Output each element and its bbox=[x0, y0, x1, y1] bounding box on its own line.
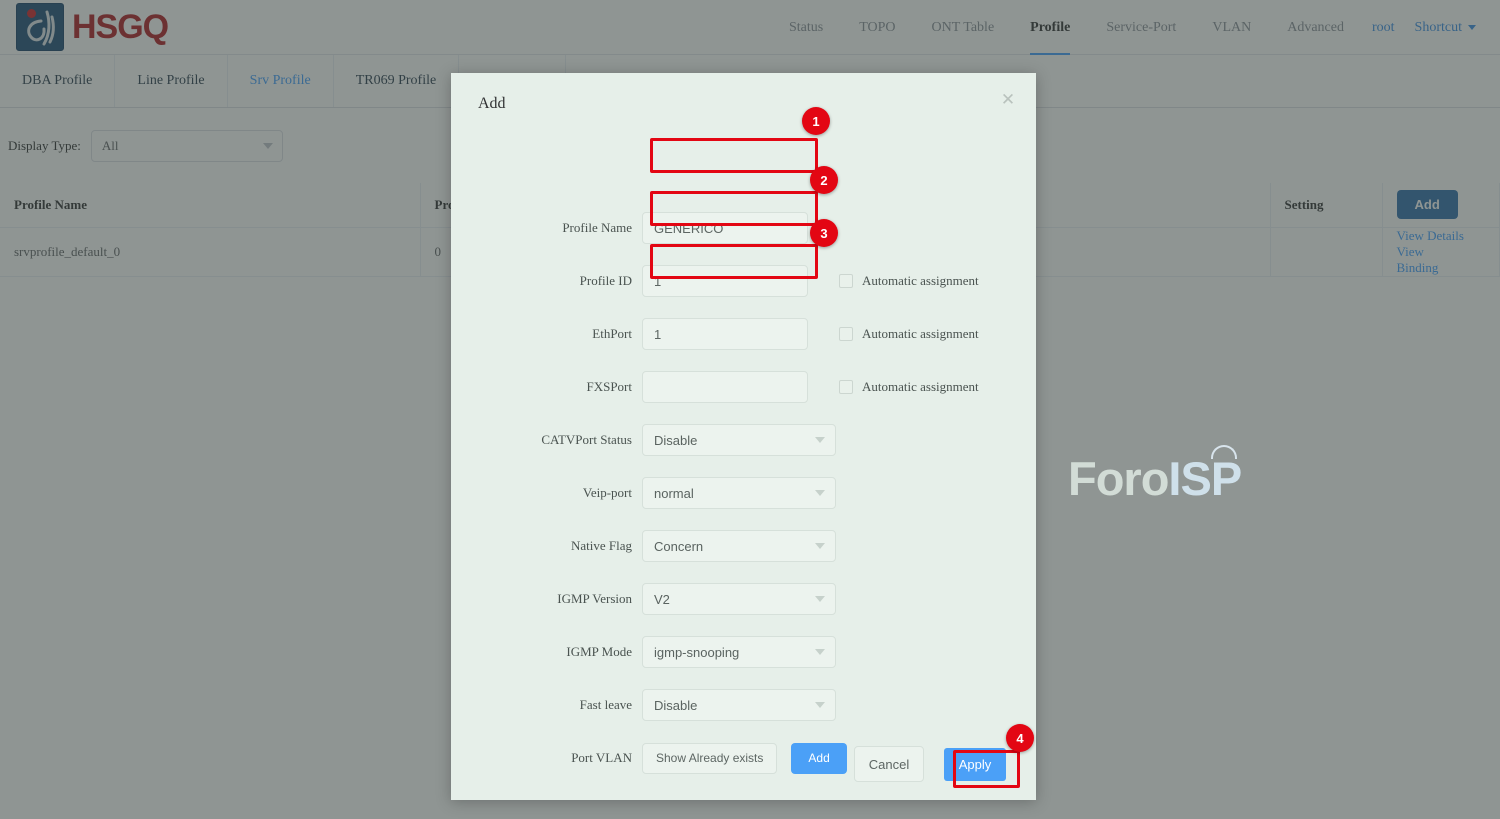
field-row-igmp-version: IGMP Version V2 bbox=[451, 583, 1036, 615]
label-native-flag: Native Flag bbox=[570, 538, 632, 553]
select-igmp-version[interactable]: V2 bbox=[642, 583, 836, 615]
checkbox-profile-id-auto[interactable]: Automatic assignment bbox=[839, 273, 979, 289]
value-profile-id: 1 bbox=[654, 273, 662, 289]
checkbox-fxsport-auto[interactable]: Automatic assignment bbox=[839, 379, 979, 395]
application-page: HSGQ Status TOPO ONT Table Profile Servi… bbox=[0, 0, 1500, 819]
chevron-down-icon bbox=[815, 649, 825, 655]
select-igmp-mode[interactable]: igmp-snooping bbox=[642, 636, 836, 668]
field-row-profile-id: Profile ID 1 Automatic assignment bbox=[451, 265, 1036, 297]
checkbox-label-ethport-auto: Automatic assignment bbox=[862, 326, 979, 341]
dialog-title: Add bbox=[478, 95, 506, 112]
value-ethport: 1 bbox=[654, 326, 662, 342]
select-catvport-status[interactable]: Disable bbox=[642, 424, 836, 456]
chevron-down-icon bbox=[815, 596, 825, 602]
field-row-fxsport: FXSPort Automatic assignment bbox=[451, 371, 1036, 403]
apply-button[interactable]: Apply bbox=[944, 747, 1006, 781]
checkbox-ethport-auto[interactable]: Automatic assignment bbox=[839, 326, 979, 342]
value-native-flag: Concern bbox=[654, 538, 704, 554]
field-row-fast-leave: Fast leave Disable bbox=[451, 689, 1036, 721]
add-srv-profile-dialog: Add ✕ ForoISP Profile Name GENERICO Prof… bbox=[451, 73, 1242, 800]
label-catvport-status: CATVPort Status bbox=[541, 432, 632, 447]
select-fast-leave[interactable]: Disable bbox=[642, 689, 836, 721]
value-fast-leave: Disable bbox=[654, 697, 698, 713]
input-profile-name[interactable]: GENERICO bbox=[642, 212, 808, 244]
input-fxsport[interactable] bbox=[642, 371, 808, 403]
field-row-catvport-status: CATVPort Status Disable bbox=[451, 424, 1036, 456]
value-catvport-status: Disable bbox=[654, 432, 698, 448]
label-profile-name: Profile Name bbox=[562, 220, 632, 235]
checkbox-icon[interactable] bbox=[839, 327, 853, 341]
select-veip-port[interactable]: normal bbox=[642, 477, 836, 509]
checkbox-label-profile-id-auto: Automatic assignment bbox=[862, 273, 979, 288]
checkbox-label-fxsport-auto: Automatic assignment bbox=[862, 379, 979, 394]
input-ethport[interactable]: 1 bbox=[642, 318, 808, 350]
value-igmp-version: V2 bbox=[654, 591, 670, 607]
field-row-profile-name: Profile Name GENERICO bbox=[451, 212, 1036, 244]
label-ethport: EthPort bbox=[592, 326, 632, 341]
field-row-ethport: EthPort 1 Automatic assignment bbox=[451, 318, 1036, 350]
value-profile-name: GENERICO bbox=[654, 220, 724, 236]
select-native-flag[interactable]: Concern bbox=[642, 530, 836, 562]
close-icon[interactable]: ✕ bbox=[996, 88, 1020, 112]
label-igmp-mode: IGMP Mode bbox=[566, 644, 632, 659]
chevron-down-icon bbox=[815, 543, 825, 549]
dialog-footer: Cancel Apply bbox=[451, 746, 1036, 782]
chevron-down-icon bbox=[815, 490, 825, 496]
chevron-down-icon bbox=[815, 437, 825, 443]
field-row-veip-port: Veip-port normal bbox=[451, 477, 1036, 509]
label-igmp-version: IGMP Version bbox=[557, 591, 632, 606]
field-row-igmp-mode: IGMP Mode igmp-snooping bbox=[451, 636, 1036, 668]
label-fast-leave: Fast leave bbox=[579, 697, 632, 712]
checkbox-icon[interactable] bbox=[839, 380, 853, 394]
label-veip-port: Veip-port bbox=[582, 485, 632, 500]
cancel-button[interactable]: Cancel bbox=[854, 746, 924, 782]
label-fxsport: FXSPort bbox=[586, 379, 632, 394]
label-profile-id: Profile ID bbox=[579, 273, 632, 288]
value-veip-port: normal bbox=[654, 485, 694, 501]
field-row-native-flag: Native Flag Concern bbox=[451, 530, 1036, 562]
checkbox-icon[interactable] bbox=[839, 274, 853, 288]
value-igmp-mode: igmp-snooping bbox=[654, 644, 740, 660]
chevron-down-icon bbox=[815, 702, 825, 708]
input-profile-id[interactable]: 1 bbox=[642, 265, 808, 297]
